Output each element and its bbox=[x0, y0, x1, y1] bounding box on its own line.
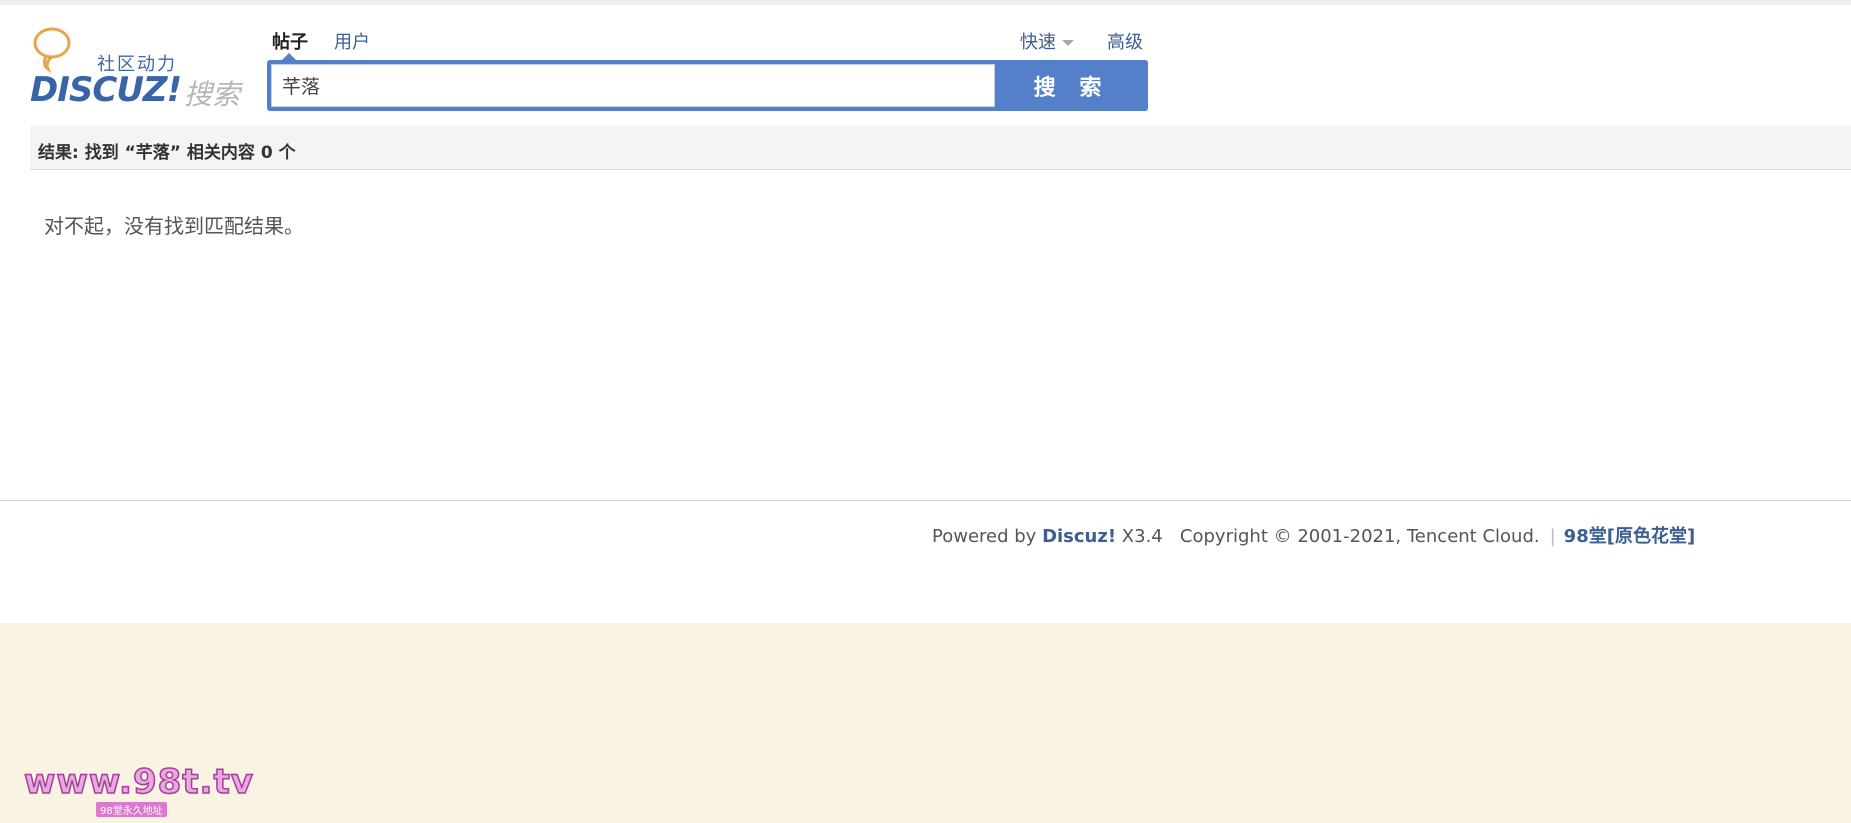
watermark-note: 98堂永久地址 bbox=[96, 802, 167, 817]
logo-subtitle: 搜索 bbox=[184, 78, 241, 111]
speech-bulb-icon bbox=[33, 27, 71, 73]
tab-users[interactable]: 用户 bbox=[334, 28, 370, 54]
discuz-search-logo[interactable]: 社区动力 DISCUZ! 搜索 bbox=[28, 25, 240, 111]
active-tab-pointer bbox=[282, 53, 296, 60]
discuz-link[interactable]: Discuz! bbox=[1042, 526, 1116, 547]
search-input[interactable] bbox=[271, 64, 995, 107]
footer-separator: | bbox=[1549, 526, 1556, 547]
advanced-search-link[interactable]: 高级 bbox=[1107, 28, 1143, 54]
footer: Powered by Discuz! X3.4 Copyright © 2001… bbox=[932, 522, 1695, 548]
footer-divider bbox=[0, 500, 1851, 501]
powered-by-prefix: Powered by bbox=[932, 526, 1043, 547]
results-summary: 结果: 找到 “芊落” 相关内容 0 个 bbox=[38, 143, 296, 163]
quick-search-label: 快速 bbox=[1020, 32, 1056, 53]
site-watermark: www.98t.tv 98堂永久地址 bbox=[23, 761, 254, 817]
caret-down-icon bbox=[1062, 40, 1074, 46]
watermark-url: www.98t.tv bbox=[23, 761, 254, 803]
quick-search-dropdown[interactable]: 快速 bbox=[1020, 28, 1074, 54]
search-bar: 搜 索 bbox=[267, 53, 1148, 111]
bottom-textured-area bbox=[0, 623, 1851, 823]
top-strip bbox=[0, 0, 1851, 5]
search-button[interactable]: 搜 索 bbox=[995, 60, 1148, 111]
site-name-link[interactable]: 98堂[原色花堂] bbox=[1564, 526, 1696, 547]
tab-posts[interactable]: 帖子 bbox=[272, 28, 308, 54]
copyright-text: Copyright © 2001-2021, Tencent Cloud. bbox=[1179, 526, 1540, 547]
version-text: X3.4 bbox=[1116, 526, 1163, 547]
results-header: 结果: 找到 “芊落” 相关内容 0 个 bbox=[30, 126, 1851, 170]
logo-brand: DISCUZ! bbox=[30, 70, 182, 110]
no-results-message: 对不起，没有找到匹配结果。 bbox=[44, 214, 304, 238]
